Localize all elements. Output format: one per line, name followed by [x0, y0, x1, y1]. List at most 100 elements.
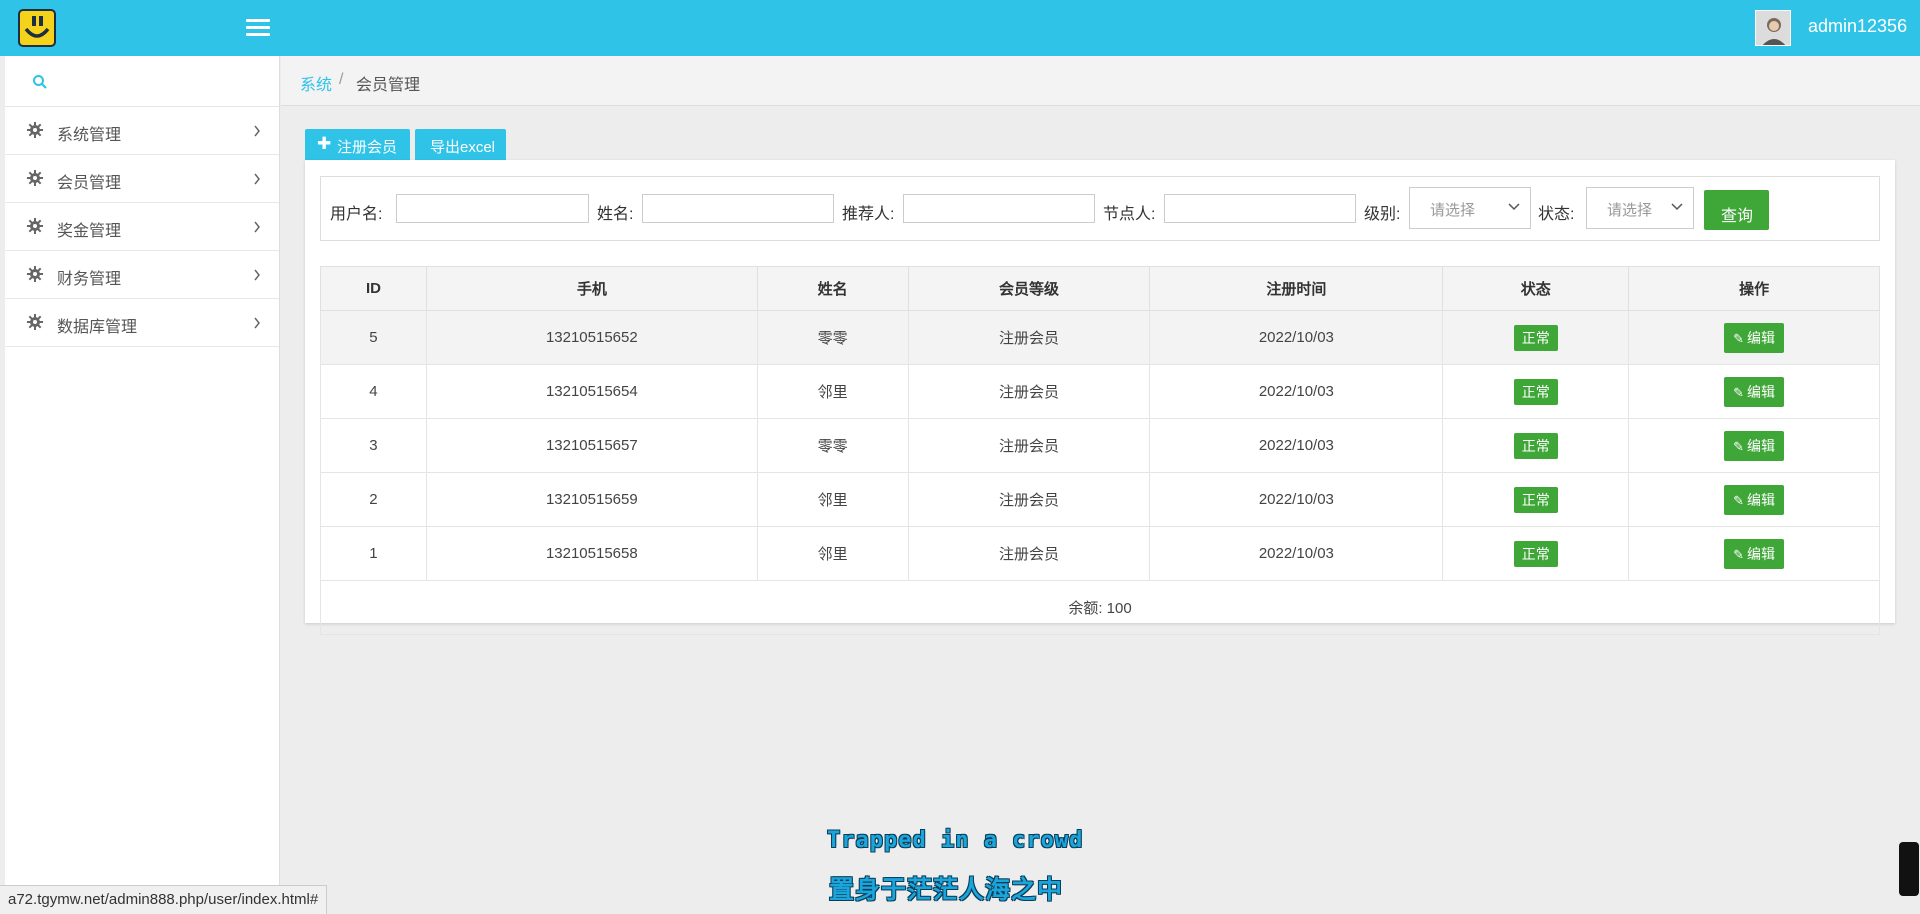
breadcrumb-root-link[interactable]: 系统	[300, 71, 332, 95]
chevron-down-icon	[1508, 203, 1520, 211]
edit-icon: ✎	[1733, 546, 1745, 562]
edit-button[interactable]: ✎ 编辑	[1724, 430, 1785, 461]
edit-button[interactable]: ✎ 编辑	[1724, 484, 1785, 515]
floating-widget-handle[interactable]	[1899, 842, 1919, 896]
cell-name: 邻里	[756, 364, 909, 419]
chevron-right-icon	[254, 173, 260, 185]
cell-status: 正常	[1442, 526, 1630, 581]
edit-button[interactable]: ✎ 编辑	[1724, 322, 1785, 353]
cell-phone-link[interactable]: 13210515654	[425, 364, 758, 419]
cell-date: 2022/10/03	[1149, 310, 1444, 365]
cell-status: 正常	[1442, 364, 1630, 419]
sidebar-item-database[interactable]: 数据库管理	[5, 299, 279, 347]
status-filter-label: 状态:	[1538, 206, 1575, 223]
sidebar-item-finance[interactable]: 财务管理	[5, 251, 279, 299]
level-select-value: 请选择	[1430, 202, 1476, 219]
cell-phone-link[interactable]: 13210515658	[425, 526, 758, 581]
chevron-right-icon	[254, 317, 260, 329]
sidebar-item-label: 数据库管理	[57, 319, 138, 336]
sidebar-item-label: 财务管理	[57, 271, 122, 288]
status-badge: 正常	[1513, 324, 1558, 351]
register-member-button[interactable]: ✚ 注册会员	[305, 129, 410, 160]
status-badge: 正常	[1513, 540, 1558, 567]
cell-date: 2022/10/03	[1149, 472, 1444, 527]
sidebar-search[interactable]	[5, 56, 279, 107]
username-label[interactable]: admin12356	[1808, 16, 1907, 37]
table-row: 1 13210515658 邻里 注册会员 2022/10/03 正常 ✎ 编辑	[320, 526, 1880, 581]
column-header-register-time: 注册时间	[1149, 266, 1444, 311]
cell-level: 注册会员	[907, 472, 1151, 527]
edit-button[interactable]: ✎ 编辑	[1724, 538, 1785, 569]
smiley-logo-icon[interactable]	[18, 9, 56, 47]
edit-button-label: 编辑	[1747, 491, 1776, 508]
search-icon[interactable]	[32, 74, 48, 90]
column-header-id: ID	[320, 266, 427, 311]
column-header-status: 状态	[1442, 266, 1630, 311]
sidebar-item-bonus[interactable]: 奖金管理	[5, 203, 279, 251]
edit-icon: ✎	[1733, 492, 1745, 508]
search-button[interactable]: 查询	[1704, 190, 1769, 230]
table-header-row: ID 手机 姓名 会员等级 注册时间 状态 操作	[320, 266, 1880, 311]
edit-icon: ✎	[1733, 384, 1745, 400]
column-header-level: 会员等级	[907, 266, 1151, 311]
cell-name: 邻里	[756, 472, 909, 527]
chevron-right-icon	[254, 269, 260, 281]
edit-button-label: 编辑	[1747, 437, 1776, 454]
cell-id: 1	[320, 526, 427, 581]
cell-name: 零零	[756, 418, 909, 473]
referrer-filter-input[interactable]	[903, 194, 1095, 223]
column-header-action: 操作	[1628, 266, 1880, 311]
gear-icon	[27, 218, 43, 234]
gear-icon	[27, 170, 43, 186]
cell-phone-link[interactable]: 13210515657	[425, 418, 758, 473]
sidebar-item-label: 奖金管理	[57, 223, 122, 240]
edit-button-label: 编辑	[1747, 545, 1776, 562]
column-header-name: 姓名	[756, 266, 909, 311]
edit-button[interactable]: ✎ 编辑	[1724, 376, 1785, 407]
sidebar-item-system[interactable]: 系统管理	[5, 107, 279, 155]
cell-id: 5	[320, 310, 427, 365]
cell-action: ✎ 编辑	[1628, 418, 1880, 473]
cell-action: ✎ 编辑	[1628, 472, 1880, 527]
breadcrumb: 系统 / 会员管理	[281, 56, 1920, 106]
status-badge: 正常	[1513, 486, 1558, 513]
username-filter-input[interactable]	[396, 194, 589, 223]
cell-action: ✎ 编辑	[1628, 526, 1880, 581]
chevron-down-icon	[1671, 203, 1683, 211]
name-filter-input[interactable]	[642, 194, 834, 223]
avatar[interactable]	[1755, 10, 1791, 46]
cell-date: 2022/10/03	[1149, 526, 1444, 581]
cell-phone-link[interactable]: 13210515659	[425, 472, 758, 527]
cell-id: 2	[320, 472, 427, 527]
sidebar-item-label: 会员管理	[57, 175, 122, 192]
cell-phone-link[interactable]: 13210515652	[425, 310, 758, 365]
cell-name: 邻里	[756, 526, 909, 581]
cell-date: 2022/10/03	[1149, 418, 1444, 473]
menu-toggle-icon[interactable]	[246, 16, 270, 38]
cell-date: 2022/10/03	[1149, 364, 1444, 419]
summary-row: 余额: 100	[320, 580, 1880, 635]
export-excel-label: 导出excel	[430, 139, 496, 156]
cell-name: 零零	[756, 310, 909, 365]
sidebar-item-members[interactable]: 会员管理	[5, 155, 279, 203]
status-badge: 正常	[1513, 378, 1558, 405]
gear-icon	[27, 122, 43, 138]
cell-level: 注册会员	[907, 526, 1151, 581]
breadcrumb-separator: /	[339, 71, 344, 88]
chevron-right-icon	[254, 221, 260, 233]
export-excel-button[interactable]: 导出excel	[415, 129, 506, 160]
cell-status: 正常	[1442, 418, 1630, 473]
plus-icon: ✚	[317, 134, 332, 153]
cell-level: 注册会员	[907, 310, 1151, 365]
column-header-phone: 手机	[425, 266, 758, 311]
edit-button-label: 编辑	[1747, 329, 1776, 346]
node-filter-label: 节点人:	[1103, 206, 1156, 223]
edit-icon: ✎	[1733, 438, 1745, 454]
level-select[interactable]: 请选择	[1409, 187, 1531, 229]
cell-status: 正常	[1442, 472, 1630, 527]
table-row: 2 13210515659 邻里 注册会员 2022/10/03 正常 ✎ 编辑	[320, 472, 1880, 527]
status-select[interactable]: 请选择	[1586, 187, 1694, 229]
node-filter-input[interactable]	[1164, 194, 1356, 223]
table-row: 3 13210515657 零零 注册会员 2022/10/03 正常 ✎ 编辑	[320, 418, 1880, 473]
breadcrumb-current: 会员管理	[356, 77, 421, 94]
